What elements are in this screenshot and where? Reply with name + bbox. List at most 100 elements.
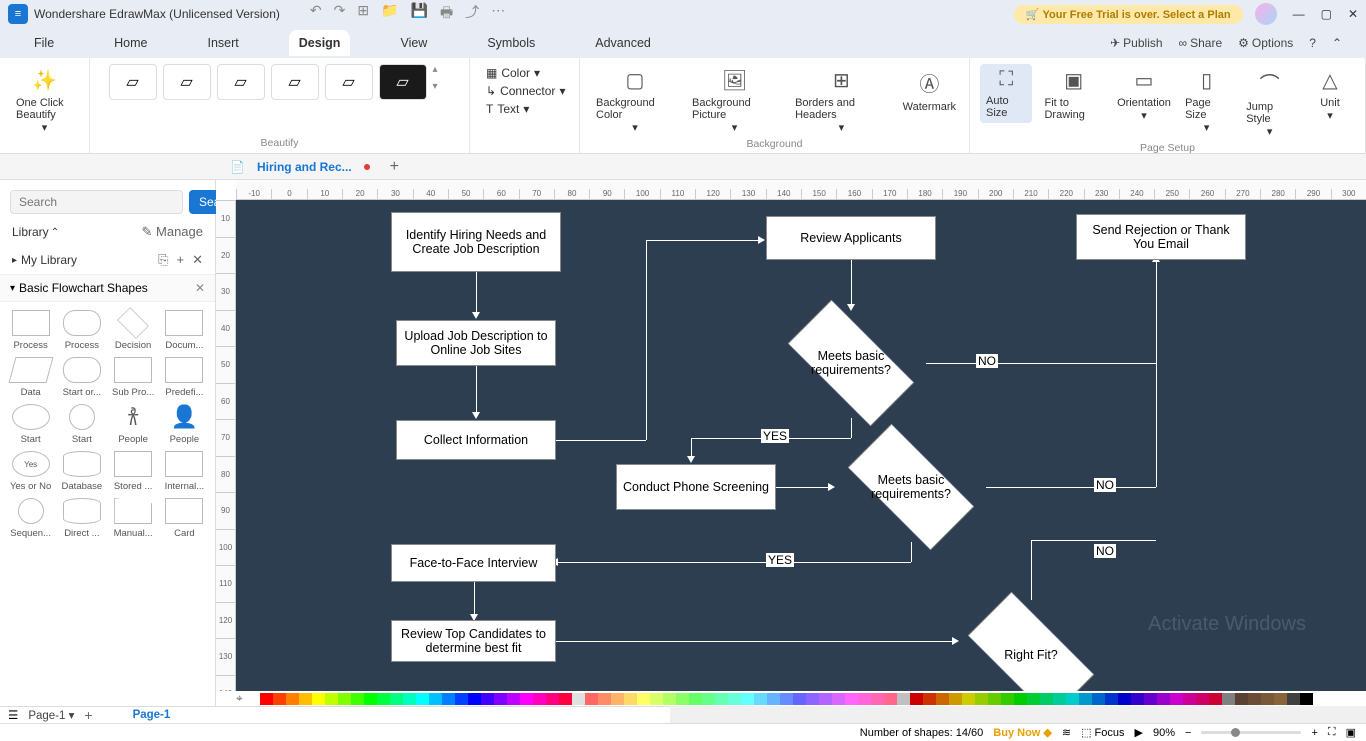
background-color-button[interactable]: ▢Background Color ▾ [590, 64, 680, 138]
decision-basic-req-1[interactable]: Meets basic requirements? [776, 308, 926, 418]
color-swatch[interactable] [728, 693, 741, 705]
color-swatch[interactable] [975, 693, 988, 705]
options-button[interactable]: ⚙ Options [1238, 36, 1293, 50]
user-avatar[interactable] [1255, 3, 1277, 25]
decision-basic-req-2[interactable]: Meets basic requirements? [836, 432, 986, 542]
background-picture-button[interactable]: 🖼Background Picture ▾ [686, 64, 783, 138]
lib-export-icon[interactable]: ⎘ [158, 252, 168, 268]
color-swatch[interactable] [676, 693, 689, 705]
color-swatch[interactable] [819, 693, 832, 705]
library-label[interactable]: Library [12, 225, 49, 239]
color-swatch[interactable] [754, 693, 767, 705]
new-icon[interactable]: ⊞ [357, 2, 369, 26]
node-review-applicants[interactable]: Review Applicants [766, 216, 936, 260]
color-swatch[interactable] [546, 693, 559, 705]
color-swatch[interactable] [871, 693, 884, 705]
add-page-button[interactable]: + [84, 707, 92, 723]
node-identify-needs[interactable]: Identify Hiring Needs and Create Job Des… [391, 212, 561, 272]
color-swatch[interactable] [429, 693, 442, 705]
redo-icon[interactable]: ↷ [334, 2, 346, 26]
color-swatch[interactable] [1092, 693, 1105, 705]
more-icon[interactable]: ⋯ [491, 2, 505, 26]
color-swatch[interactable] [1001, 693, 1014, 705]
watermark-button[interactable]: ⒶWatermark [900, 64, 959, 117]
color-swatch[interactable] [1079, 693, 1092, 705]
print-icon[interactable]: 🖶 [440, 2, 453, 26]
color-swatch[interactable] [1040, 693, 1053, 705]
pages-list-icon[interactable]: ☰ [8, 708, 18, 722]
node-upload-job[interactable]: Upload Job Description to Online Job Sit… [396, 320, 556, 366]
color-swatch[interactable] [312, 693, 325, 705]
shape-card[interactable]: Card [160, 496, 209, 541]
decision-right-fit[interactable]: Right Fit? [956, 600, 1106, 691]
color-swatch[interactable] [650, 693, 663, 705]
color-swatch[interactable] [1261, 693, 1274, 705]
one-click-beautify-button[interactable]: ✨ One Click Beautify ▾ [10, 64, 79, 138]
add-document-tab[interactable]: + [390, 158, 399, 176]
shape-manual[interactable]: Manual... [109, 496, 158, 541]
color-swatch[interactable] [338, 693, 351, 705]
color-swatch[interactable] [351, 693, 364, 705]
shape-process[interactable]: Process [6, 308, 55, 353]
color-swatch[interactable] [1222, 693, 1235, 705]
shape-internal[interactable]: Internal... [160, 449, 209, 494]
color-swatch[interactable] [559, 693, 572, 705]
color-swatch[interactable] [1248, 693, 1261, 705]
color-swatch[interactable] [884, 693, 897, 705]
color-swatch[interactable] [949, 693, 962, 705]
close-button[interactable]: ✕ [1348, 7, 1358, 21]
color-swatch[interactable] [1105, 693, 1118, 705]
color-swatch[interactable] [1209, 693, 1222, 705]
color-swatch[interactable] [403, 693, 416, 705]
connector-button[interactable]: ↳ Connector ▾ [486, 84, 565, 98]
presentation-icon[interactable]: ▶ [1135, 726, 1143, 739]
color-swatch[interactable] [845, 693, 858, 705]
help-icon[interactable]: ? [1309, 36, 1316, 50]
color-swatch[interactable] [1157, 693, 1170, 705]
color-swatch[interactable] [1118, 693, 1131, 705]
color-button[interactable]: ▦ Color ▾ [486, 66, 565, 80]
fit-page-icon[interactable]: ⛶ [1328, 726, 1336, 739]
color-swatch[interactable] [299, 693, 312, 705]
menu-home[interactable]: Home [104, 30, 157, 56]
open-icon[interactable]: 📁 [381, 2, 398, 26]
color-swatch[interactable] [637, 693, 650, 705]
color-swatch[interactable] [1235, 693, 1248, 705]
theme-2[interactable]: ▱ [163, 64, 211, 100]
color-swatch[interactable] [624, 693, 637, 705]
color-swatch[interactable] [1144, 693, 1157, 705]
node-rejection-email[interactable]: Send Rejection or Thank You Email [1076, 214, 1246, 260]
auto-size-button[interactable]: ⛶Auto Size [980, 64, 1032, 123]
page-size-button[interactable]: ▯Page Size ▾ [1179, 64, 1234, 138]
lib-add-icon[interactable]: + [177, 252, 185, 268]
color-swatch[interactable] [780, 693, 793, 705]
shape-process-2[interactable]: Process [57, 308, 106, 353]
color-swatch[interactable] [1183, 693, 1196, 705]
shape-data[interactable]: Data [6, 355, 55, 400]
color-swatch[interactable] [377, 693, 390, 705]
color-swatch[interactable] [962, 693, 975, 705]
color-swatch[interactable] [1300, 693, 1313, 705]
menu-design[interactable]: Design [289, 30, 351, 56]
shape-predefined[interactable]: Predefi... [160, 355, 209, 400]
color-swatch[interactable] [988, 693, 1001, 705]
borders-headers-button[interactable]: ⊞Borders and Headers ▾ [789, 64, 894, 138]
menu-view[interactable]: View [390, 30, 437, 56]
buy-now-link[interactable]: Buy Now ◆ [993, 726, 1052, 739]
color-swatch[interactable] [520, 693, 533, 705]
color-swatch[interactable] [260, 693, 273, 705]
canvas[interactable]: Identify Hiring Needs and Create Job Des… [236, 200, 1366, 691]
color-swatch[interactable] [468, 693, 481, 705]
node-phone-screening[interactable]: Conduct Phone Screening [616, 464, 776, 510]
theme-4[interactable]: ▱ [271, 64, 319, 100]
page-selector[interactable]: Page-1 ▾ [28, 708, 74, 722]
node-review-candidates[interactable]: Review Top Candidates to determine best … [391, 620, 556, 662]
shape-start-or[interactable]: Start or... [57, 355, 106, 400]
shape-people-2[interactable]: 👤People [160, 402, 209, 447]
color-swatch[interactable] [741, 693, 754, 705]
color-swatch[interactable] [715, 693, 728, 705]
theme-5[interactable]: ▱ [325, 64, 373, 100]
color-swatch[interactable] [455, 693, 468, 705]
my-library-label[interactable]: My Library [21, 253, 77, 267]
color-swatch[interactable] [793, 693, 806, 705]
